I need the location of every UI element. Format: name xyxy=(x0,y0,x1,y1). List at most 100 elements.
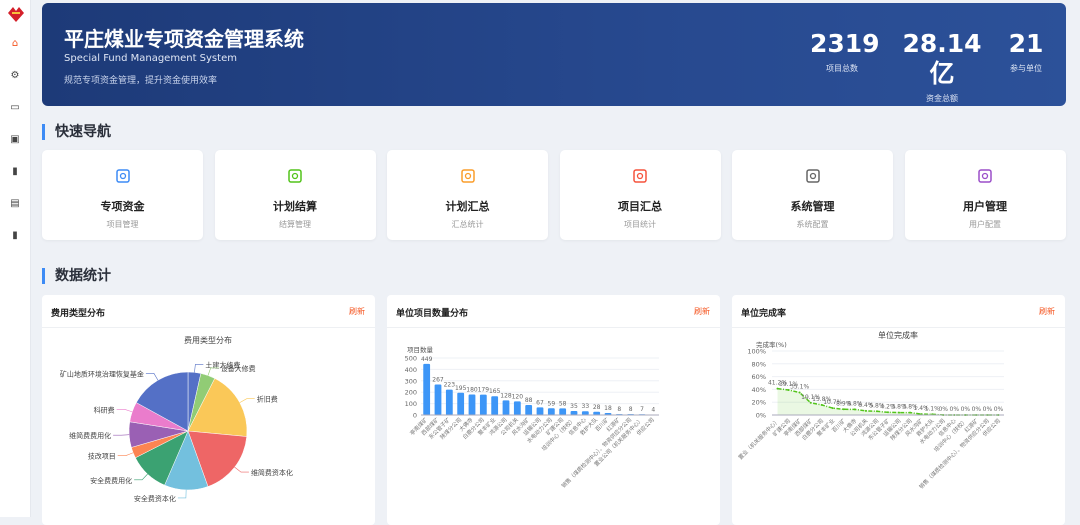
bar-value-label: 195 xyxy=(455,385,467,392)
bar-value-label: 33 xyxy=(582,403,590,410)
header-banner: 平庄煤业专项资金管理系统 Special Fund Management Sys… xyxy=(42,3,1066,106)
chart-title: 费用类型分布 xyxy=(184,335,232,345)
point-label: 35.1% xyxy=(790,384,809,391)
nav-card-subtitle: 汇总统计 xyxy=(387,219,548,230)
app-subtitle: Special Fund Management System xyxy=(64,53,237,64)
nav-card-2[interactable]: 计划结算结算管理 xyxy=(215,150,376,240)
line-point xyxy=(898,412,900,414)
bar-value-label: 18 xyxy=(604,405,612,412)
pie-label: 安全费费用化 xyxy=(90,476,132,485)
bar xyxy=(525,405,532,415)
nav-card-4[interactable]: 项目汇总项目统计 xyxy=(560,150,721,240)
bar-value-label: 8 xyxy=(617,406,621,413)
document-icon xyxy=(286,167,304,185)
bar xyxy=(491,396,498,415)
nav-card-subtitle: 结算管理 xyxy=(215,219,376,230)
bar xyxy=(503,400,510,415)
line-point xyxy=(854,408,856,410)
stat-projects: 2319项目总数 xyxy=(810,29,874,74)
gear-icon[interactable]: ⚙ xyxy=(9,70,21,82)
nav-card-title: 专项资金 xyxy=(42,198,203,214)
pie-label-line xyxy=(240,399,255,403)
pie-label-line xyxy=(118,453,133,456)
pie-label-line xyxy=(235,467,249,472)
refresh-button[interactable]: 刷新 xyxy=(694,306,710,317)
stat-units: 21参与单位 xyxy=(1004,29,1048,74)
line-point xyxy=(887,411,889,413)
nav-card-3[interactable]: 计划汇总汇总统计 xyxy=(387,150,548,240)
pie-label: 维简费费用化 xyxy=(69,431,111,440)
chart-title: 单位完成率 xyxy=(878,330,918,340)
bar-value-label: 35 xyxy=(570,403,578,410)
y-tick-label: 300 xyxy=(405,377,417,385)
statistics-icon[interactable]: ▮ xyxy=(9,230,21,242)
pie-label: 折旧费 xyxy=(257,395,278,404)
nav-card-subtitle: 项目管理 xyxy=(42,219,203,230)
bar-value-label: 67 xyxy=(536,399,544,406)
nav-card-title: 用户管理 xyxy=(905,198,1066,214)
line-point xyxy=(876,410,878,412)
bar-value-label: 267 xyxy=(432,377,444,384)
app-description: 规范专项资金管理，提升资金使用效率 xyxy=(64,73,217,86)
section-title-stats: 数据统计 xyxy=(42,268,111,284)
bar xyxy=(446,390,453,415)
bar-value-label: 4 xyxy=(651,407,655,414)
monitor-icon[interactable]: ▭ xyxy=(9,102,21,114)
bar-value-label: 58 xyxy=(559,400,567,407)
nav-card-5[interactable]: 系统管理系统配置 xyxy=(732,150,893,240)
bar xyxy=(537,407,544,415)
y-tick-label: 400 xyxy=(405,366,417,374)
y-tick-label: 500 xyxy=(405,355,417,363)
bar-value-label: 179 xyxy=(478,387,490,394)
bar-value-label: 449 xyxy=(421,356,433,363)
line-point xyxy=(832,407,834,409)
bar-chart-icon xyxy=(631,167,649,185)
logo-icon xyxy=(6,5,26,23)
y-tick-label: 100 xyxy=(405,400,417,408)
point-label: 0% xyxy=(994,406,1004,413)
bar xyxy=(582,411,589,415)
bar-value-label: 128 xyxy=(500,392,512,399)
y-tick-label: 100% xyxy=(747,348,766,356)
pie-label-line xyxy=(113,435,129,436)
bar-chart: 项目数量0100200300400500449亭南煤矿267西部煤矿223东公管… xyxy=(387,328,720,518)
point-label: 0% xyxy=(983,406,993,413)
pie-chart: 费用类型分布土建大修费设备大修费折旧费维简费资本化安全费资本化安全费费用化技改项… xyxy=(42,328,375,518)
bar xyxy=(423,364,430,415)
stat-label: 资金总额 xyxy=(890,93,994,104)
bar-value-label: 8 xyxy=(629,406,633,413)
y-axis-label: 项目数量 xyxy=(407,345,434,354)
bar-value-label: 223 xyxy=(444,382,456,389)
y-tick-label: 200 xyxy=(405,389,417,397)
nav-card-title: 计划汇总 xyxy=(387,198,548,214)
line-chart: 单位完成率完成率(%)0%20%40%60%80%100%41.2%置业（机关服… xyxy=(732,328,1065,518)
gear-icon xyxy=(804,167,822,185)
bar-value-label: 165 xyxy=(489,388,501,395)
point-label: 0% xyxy=(961,406,971,413)
refresh-button[interactable]: 刷新 xyxy=(1039,306,1055,317)
refresh-button[interactable]: 刷新 xyxy=(349,306,365,317)
nav-card-subtitle: 项目统计 xyxy=(560,219,721,230)
table-icon[interactable]: ▤ xyxy=(9,198,21,210)
bar xyxy=(457,393,464,415)
bar xyxy=(480,395,487,415)
x-tick-label: 置业（机关服务中心） xyxy=(736,417,781,462)
nav-card-1[interactable]: 专项资金项目管理 xyxy=(42,150,203,240)
home-icon[interactable]: ⌂ xyxy=(9,38,21,50)
section-title-nav: 快速导航 xyxy=(42,124,111,140)
nav-card-6[interactable]: 用户管理用户配置 xyxy=(905,150,1066,240)
bar-value-label: 88 xyxy=(525,397,533,404)
nav-card-title: 计划结算 xyxy=(215,198,376,214)
bar-chart-icon[interactable]: ▮ xyxy=(9,166,21,178)
nav-card-title: 项目汇总 xyxy=(560,198,721,214)
bar xyxy=(435,385,442,415)
bar-value-label: 7 xyxy=(640,406,644,413)
toolbox-icon[interactable]: ▣ xyxy=(9,134,21,146)
stat-label: 参与单位 xyxy=(1004,63,1048,74)
bar xyxy=(548,408,555,415)
pie-label-line xyxy=(146,373,158,380)
line-point xyxy=(909,412,911,414)
bar-value-label: 59 xyxy=(548,400,556,407)
bar-value-label: 180 xyxy=(466,386,478,393)
line-point xyxy=(865,410,867,412)
